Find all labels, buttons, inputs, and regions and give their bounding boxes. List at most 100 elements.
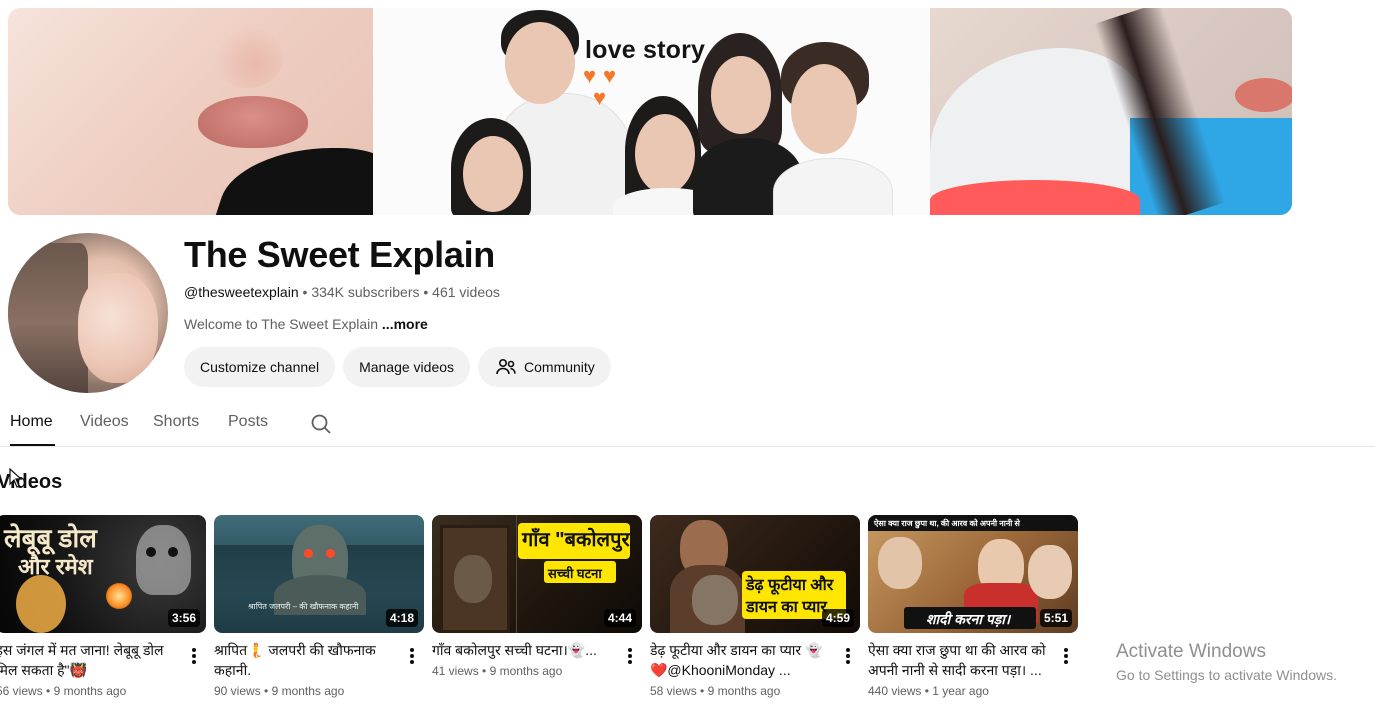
tab-shorts[interactable]: Shorts: [153, 413, 199, 431]
more-actions-icon[interactable]: [622, 646, 638, 666]
video-card[interactable]: गाँव "बकोलपुर सच्ची घटना 4:44 गाँव बकोलप…: [432, 515, 642, 678]
view-count: 90 views: [214, 684, 261, 698]
banner-person-head: [711, 56, 771, 134]
thumb-divider: [516, 515, 517, 633]
banner-person-head: [635, 114, 695, 194]
banner-photo-left: [8, 8, 373, 215]
meta-separator: •: [302, 284, 312, 300]
thumbnail-caption: डेढ़ फूटीया और: [746, 577, 834, 594]
banner-headline: love story: [585, 36, 706, 64]
video-title[interactable]: ऐसा क्या राज छुपा था की आरव को अपनी नानी…: [868, 640, 1050, 680]
subscriber-count: 334K subscribers: [311, 284, 420, 300]
thumb-figure: [878, 537, 922, 589]
channel-actions: Customize channel Manage videos Communit…: [184, 347, 611, 387]
watermark-title: Activate Windows: [1116, 641, 1266, 662]
upload-age: 9 months ago: [53, 684, 127, 698]
community-button[interactable]: Community: [478, 347, 611, 387]
video-title[interactable]: गाँव बकोलपुर सच्ची घटना।👻...: [432, 640, 614, 660]
people-icon: [496, 359, 516, 375]
video-meta: 58 views • 9 months ago: [650, 684, 781, 698]
thumbnail-caption: गाँव "बकोलपुर: [522, 529, 630, 551]
banner-person-head: [505, 22, 575, 104]
channel-handle: @thesweetexplain: [184, 284, 299, 300]
video-title[interactable]: डेढ़ फूटीया और डायन का प्यार 👻❤️@KhooniM…: [650, 640, 832, 680]
channel-description-text: Welcome to The Sweet Explain: [184, 316, 379, 332]
video-card[interactable]: श्रापित जलपरी – की खौफनाक कहानी 4:18 श्र…: [214, 515, 424, 698]
thumbnail-caption: श्रापित जलपरी – की खौफनाक कहानी: [248, 602, 359, 611]
video-meta: 41 views • 9 months ago: [432, 664, 563, 678]
video-meta: 90 views • 9 months ago: [214, 684, 345, 698]
upload-age: 9 months ago: [271, 684, 345, 698]
thumbnail-caption: लेबूबू डोल: [4, 523, 97, 553]
heart-icon: ♥: [603, 63, 617, 88]
video-duration: 5:51: [1039, 609, 1072, 627]
banner-photo-right: [930, 8, 1292, 215]
upload-age: 9 months ago: [489, 664, 563, 678]
meta-separator: •: [423, 284, 433, 300]
thumb-figure: [692, 575, 738, 625]
thumbnail-caption: शादी करना पड़ा।: [926, 611, 1011, 627]
thumb-eye: [168, 547, 178, 557]
video-card[interactable]: डेढ़ फूटीया और डायन का प्यार 4:59 डेढ़ फ…: [650, 515, 860, 698]
banner-lips: [1235, 78, 1292, 112]
view-count: 58 views: [650, 684, 697, 698]
more-actions-icon[interactable]: [1058, 646, 1074, 666]
search-icon[interactable]: [309, 412, 333, 436]
video-title[interactable]: श्रापित🧜 जलपरी की खौफनाक कहानी.: [214, 640, 396, 680]
channel-avatar[interactable]: [8, 233, 168, 393]
video-meta: 440 views • 1 year ago: [868, 684, 989, 698]
mouse-cursor-icon: [9, 468, 23, 488]
video-meta: 56 views • 9 months ago: [0, 684, 126, 698]
more-link[interactable]: ...more: [382, 316, 428, 332]
banner-photo-center: love story ♥ ♥ ♥: [373, 8, 930, 215]
video-card[interactable]: लेबूबू डोल और रमेश 3:56 इस जंगल में मत ज…: [0, 515, 206, 698]
video-thumbnail[interactable]: श्रापित जलपरी – की खौफनाक कहानी 4:18: [214, 515, 424, 633]
video-duration: 4:18: [385, 609, 418, 627]
more-actions-icon[interactable]: [404, 646, 420, 666]
more-actions-icon[interactable]: [840, 646, 856, 666]
channel-name: The Sweet Explain: [184, 234, 495, 275]
banner-person-head: [463, 136, 523, 212]
thumbnail-caption: डायन का प्यार: [746, 599, 827, 616]
avatar-face: [78, 273, 158, 383]
channel-banner: love story ♥ ♥ ♥: [8, 8, 1292, 215]
banner-lips: [198, 96, 308, 148]
customize-channel-button[interactable]: Customize channel: [184, 347, 336, 387]
thumb-eye: [146, 547, 156, 557]
thumbnail-caption: सच्ची घटना: [548, 566, 602, 581]
thumb-figure: [16, 575, 66, 633]
watermark-subtitle: Go to Settings to activate Windows.: [1116, 667, 1337, 683]
more-actions-icon[interactable]: [186, 646, 202, 666]
heart-icon: ♥: [583, 63, 597, 88]
tab-posts[interactable]: Posts: [228, 413, 268, 431]
view-count: 41 views: [432, 664, 479, 678]
thumb-figure: [1028, 545, 1072, 599]
video-duration: 3:56: [167, 609, 200, 627]
video-thumbnail[interactable]: ऐसा क्या राज छुपा था, की आरव को अपनी नान…: [868, 515, 1078, 633]
heart-icon: ♥: [593, 85, 607, 110]
upload-age: 9 months ago: [707, 684, 781, 698]
banner-person-shirt: [773, 158, 893, 215]
video-duration: 4:59: [821, 609, 854, 627]
video-title[interactable]: इस जंगल में मत जाना! लेबूबू डोल मिल सकता…: [0, 640, 178, 680]
banner-script-shape: [930, 180, 1140, 215]
thumbnail-caption: और रमेश: [18, 554, 93, 579]
video-card[interactable]: ऐसा क्या राज छुपा था, की आरव को अपनी नान…: [868, 515, 1078, 698]
thumb-candle: [106, 583, 132, 609]
video-count: 461 videos: [432, 284, 500, 300]
video-thumbnail[interactable]: लेबूबू डोल और रमेश 3:56: [0, 515, 206, 633]
tab-videos[interactable]: Videos: [80, 413, 129, 431]
video-duration: 4:44: [603, 609, 636, 627]
channel-description[interactable]: Welcome to The Sweet Explain ...more: [184, 316, 428, 332]
upload-age: 1 year ago: [932, 684, 989, 698]
manage-videos-button[interactable]: Manage videos: [343, 347, 471, 387]
tab-home[interactable]: Home: [10, 413, 53, 431]
video-thumbnail[interactable]: गाँव "बकोलपुर सच्ची घटना 4:44: [432, 515, 642, 633]
video-thumbnail[interactable]: डेढ़ फूटीया और डायन का प्यार 4:59: [650, 515, 860, 633]
banner-person-head: [791, 64, 857, 154]
community-button-label: Community: [524, 359, 595, 375]
activate-windows-watermark: Activate Windows Go to Settings to activ…: [1116, 641, 1337, 683]
avatar-hair: [8, 243, 88, 393]
active-tab-indicator: [10, 444, 55, 446]
thumb-eye: [304, 549, 313, 558]
